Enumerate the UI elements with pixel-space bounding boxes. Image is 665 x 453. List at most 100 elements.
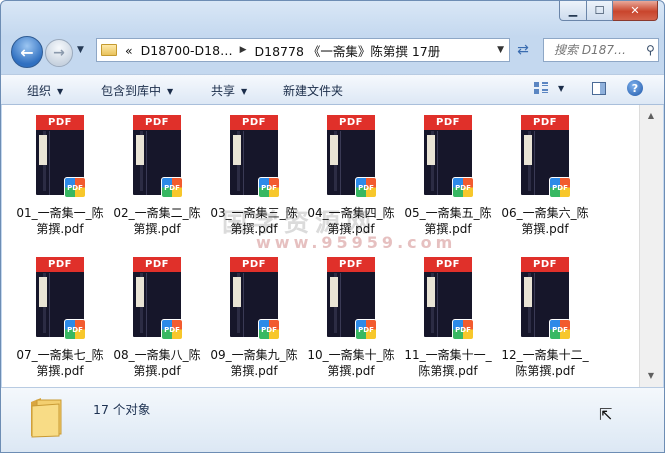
file-name: 10_一斋集十_陈第撰.pdf bbox=[307, 348, 395, 378]
vertical-scrollbar[interactable]: ▲ ▼ bbox=[639, 105, 663, 387]
file-item[interactable]: PDF PDF 09_一斋集九_陈第撰.pdf bbox=[207, 257, 301, 379]
pdf-badge-icon: PDF bbox=[355, 177, 377, 198]
pdf-badge-label: PDF bbox=[67, 184, 83, 192]
maximize-button[interactable]: ☐ bbox=[587, 1, 613, 21]
pdf-thumbnail: PDF PDF bbox=[36, 115, 86, 198]
refresh-button[interactable]: ⇄ bbox=[512, 39, 534, 61]
file-item[interactable]: PDF PDF 08_一斋集八_陈第撰.pdf bbox=[110, 257, 204, 379]
pdf-badge-label: PDF bbox=[164, 326, 180, 334]
file-item[interactable]: PDF PDF 12_一斋集十二_陈第撰.pdf bbox=[498, 257, 592, 379]
address-bar[interactable]: « D18700-D18… ▶ D18778 《一斋集》陈第撰 17册 ▼ bbox=[96, 38, 510, 62]
item-count: 17 个对象 bbox=[93, 402, 151, 417]
folder-icon bbox=[101, 44, 117, 56]
chevron-right-icon[interactable]: ▶ bbox=[240, 45, 247, 55]
pdf-band-label: PDF bbox=[230, 115, 278, 130]
pdf-band-label: PDF bbox=[230, 257, 278, 272]
file-item[interactable]: PDF PDF 03_一斋集三_陈第撰.pdf bbox=[207, 115, 301, 237]
pdf-band-label: PDF bbox=[521, 257, 569, 272]
pdf-thumbnail: PDF PDF bbox=[230, 115, 280, 198]
pdf-badge-label: PDF bbox=[67, 326, 83, 334]
title-bar: ▁ ☐ ✕ bbox=[1, 1, 664, 33]
recent-pages-dropdown[interactable]: ▼ bbox=[77, 45, 84, 55]
pdf-thumbnail: PDF PDF bbox=[230, 257, 280, 340]
pdf-badge-icon: PDF bbox=[452, 177, 474, 198]
search-box[interactable]: ⚲ bbox=[543, 38, 659, 62]
file-name: 12_一斋集十二_陈第撰.pdf bbox=[501, 348, 589, 378]
view-options-icon[interactable] bbox=[533, 81, 549, 95]
scroll-up-icon[interactable]: ▲ bbox=[642, 107, 660, 124]
file-item[interactable]: PDF PDF 01_一斋集一_陈第撰.pdf bbox=[13, 115, 107, 237]
search-icon[interactable]: ⚲ bbox=[646, 43, 655, 57]
search-input[interactable] bbox=[552, 42, 644, 58]
pdf-badge-icon: PDF bbox=[258, 319, 280, 340]
explorer-window: ▁ ☐ ✕ ← → ▼ « D18700-D18… ▶ D18778 《一斋集》… bbox=[0, 0, 665, 453]
file-item[interactable]: PDF PDF 07_一斋集七_陈第撰.pdf bbox=[13, 257, 107, 379]
scroll-down-icon[interactable]: ▼ bbox=[642, 367, 660, 384]
pdf-badge-icon: PDF bbox=[549, 177, 571, 198]
file-item[interactable]: PDF PDF 06_一斋集六_陈第撰.pdf bbox=[498, 115, 592, 237]
pdf-thumbnail: PDF PDF bbox=[424, 257, 474, 340]
file-name: 05_一斋集五_陈第撰.pdf bbox=[404, 206, 492, 236]
chevron-down-icon[interactable]: ▼ bbox=[558, 84, 564, 93]
include-in-library-button[interactable]: 包含到库中 ▼ bbox=[101, 82, 173, 99]
pdf-band-label: PDF bbox=[36, 257, 84, 272]
pdf-thumbnail: PDF PDF bbox=[521, 257, 571, 340]
pdf-badge-label: PDF bbox=[358, 184, 374, 192]
chevron-down-icon: ▼ bbox=[167, 87, 174, 96]
pdf-badge-label: PDF bbox=[358, 326, 374, 334]
chevron-down-icon: ▼ bbox=[77, 45, 84, 55]
file-list[interactable]: 国学资源网 www.95959.com PDF PDF 01_一斋集一_陈第撰.p… bbox=[2, 105, 639, 387]
share-label: 共享 bbox=[211, 84, 236, 98]
file-name: 09_一斋集九_陈第撰.pdf bbox=[210, 348, 298, 378]
back-button[interactable]: ← bbox=[11, 36, 43, 68]
forward-button[interactable]: → bbox=[45, 39, 73, 67]
arrow-right-icon: → bbox=[53, 45, 65, 61]
pdf-badge-icon: PDF bbox=[64, 319, 86, 340]
file-item[interactable]: PDF PDF 11_一斋集十一_陈第撰.pdf bbox=[401, 257, 495, 379]
breadcrumb-current[interactable]: D18778 《一斋集》陈第撰 17册 bbox=[255, 41, 441, 60]
chevron-down-icon[interactable]: ▼ bbox=[497, 45, 504, 55]
file-name: 02_一斋集二_陈第撰.pdf bbox=[113, 206, 201, 236]
new-folder-button[interactable]: 新建文件夹 bbox=[283, 82, 343, 99]
pdf-thumbnail: PDF PDF bbox=[327, 257, 377, 340]
breadcrumb-parent[interactable]: D18700-D18… bbox=[141, 43, 233, 58]
file-item[interactable]: PDF PDF 05_一斋集五_陈第撰.pdf bbox=[401, 115, 495, 237]
file-name: 07_一斋集七_陈第撰.pdf bbox=[16, 348, 104, 378]
pdf-thumbnail: PDF PDF bbox=[521, 115, 571, 198]
pdf-badge-icon: PDF bbox=[161, 319, 183, 340]
pdf-band-label: PDF bbox=[36, 115, 84, 130]
share-button[interactable]: 共享 ▼ bbox=[211, 82, 247, 99]
pdf-badge-label: PDF bbox=[164, 184, 180, 192]
close-button[interactable]: ✕ bbox=[613, 1, 658, 21]
pdf-badge-icon: PDF bbox=[258, 177, 280, 198]
navigation-row: ← → ▼ « D18700-D18… ▶ D18778 《一斋集》陈第撰 17… bbox=[1, 36, 664, 68]
pdf-badge-label: PDF bbox=[455, 184, 471, 192]
pdf-badge-icon: PDF bbox=[549, 319, 571, 340]
file-item[interactable]: PDF PDF 04_一斋集四_陈第撰.pdf bbox=[304, 115, 398, 237]
pdf-band-label: PDF bbox=[327, 257, 375, 272]
chevron-down-icon: ▼ bbox=[241, 87, 248, 96]
file-item[interactable]: PDF PDF 02_一斋集二_陈第撰.pdf bbox=[110, 115, 204, 237]
pdf-badge-label: PDF bbox=[552, 184, 568, 192]
file-name: 04_一斋集四_陈第撰.pdf bbox=[307, 206, 395, 236]
pdf-band-label: PDF bbox=[424, 257, 472, 272]
pdf-band-label: PDF bbox=[327, 115, 375, 130]
arrow-left-icon: ← bbox=[20, 42, 34, 62]
file-name: 08_一斋集八_陈第撰.pdf bbox=[113, 348, 201, 378]
pdf-band-label: PDF bbox=[521, 115, 569, 130]
pdf-badge-label: PDF bbox=[552, 326, 568, 334]
preview-pane-icon[interactable] bbox=[592, 82, 606, 95]
pdf-thumbnail: PDF PDF bbox=[133, 115, 183, 198]
pdf-badge-icon: PDF bbox=[64, 177, 86, 198]
organize-button[interactable]: 组织 ▼ bbox=[27, 82, 63, 99]
pdf-band-label: PDF bbox=[424, 115, 472, 130]
pdf-thumbnail: PDF PDF bbox=[424, 115, 474, 198]
help-icon[interactable]: ? bbox=[627, 80, 643, 96]
pdf-badge-label: PDF bbox=[261, 184, 277, 192]
organize-label: 组织 bbox=[27, 84, 52, 98]
file-item[interactable]: PDF PDF 10_一斋集十_陈第撰.pdf bbox=[304, 257, 398, 379]
breadcrumb-overflow[interactable]: « bbox=[125, 43, 133, 58]
minimize-button[interactable]: ▁ bbox=[559, 1, 587, 21]
mouse-cursor-icon: ⇱ bbox=[599, 405, 613, 424]
refresh-icon: ⇄ bbox=[517, 42, 529, 58]
